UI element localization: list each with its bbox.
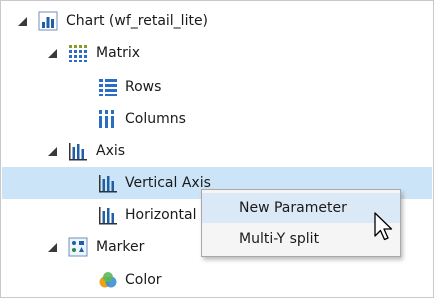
horizontal-axis-icon	[98, 205, 118, 225]
tree-item-columns[interactable]: Columns	[2, 103, 432, 135]
tree-item-label: Marker	[96, 239, 145, 255]
columns-icon	[98, 109, 118, 129]
menu-item-new-parameter[interactable]: New Parameter	[202, 193, 400, 223]
tree-item-label: Chart (wf_retail_lite)	[66, 13, 209, 29]
expand-arrow-icon[interactable]	[48, 49, 57, 58]
rows-icon	[98, 77, 118, 97]
menu-item-label: New Parameter	[239, 200, 347, 216]
tree-panel: Chart (wf_retail_lite) Matrix Rows Colum…	[0, 0, 434, 298]
vertical-axis-icon	[98, 173, 118, 193]
expand-arrow-icon[interactable]	[18, 17, 27, 26]
marker-icon	[68, 237, 88, 257]
tree-item-chart[interactable]: Chart (wf_retail_lite)	[2, 5, 432, 37]
tree-item-label: Vertical Axis	[125, 175, 211, 191]
axis-icon	[68, 141, 88, 161]
matrix-icon	[68, 43, 88, 63]
tree-item-label: Matrix	[96, 45, 141, 61]
tree-item-rows[interactable]: Rows	[2, 71, 432, 103]
mouse-cursor-icon	[373, 211, 397, 245]
chart-icon	[38, 11, 58, 31]
tree-item-axis[interactable]: Axis	[2, 135, 432, 167]
tree-item-label: Color	[125, 272, 162, 288]
tree-item-matrix[interactable]: Matrix	[2, 37, 432, 69]
tree-item-label: Columns	[125, 111, 186, 127]
context-menu: New Parameter Multi-Y split	[201, 189, 401, 257]
menu-item-label: Multi-Y split	[239, 231, 320, 247]
tree-item-color[interactable]: Color	[2, 264, 432, 296]
menu-item-multi-y-split[interactable]: Multi-Y split	[202, 224, 400, 254]
expand-arrow-icon[interactable]	[48, 147, 57, 156]
expand-arrow-icon[interactable]	[48, 243, 57, 252]
tree-item-label: Rows	[125, 79, 162, 95]
tree-item-label: Axis	[96, 143, 126, 159]
color-icon	[98, 270, 118, 290]
